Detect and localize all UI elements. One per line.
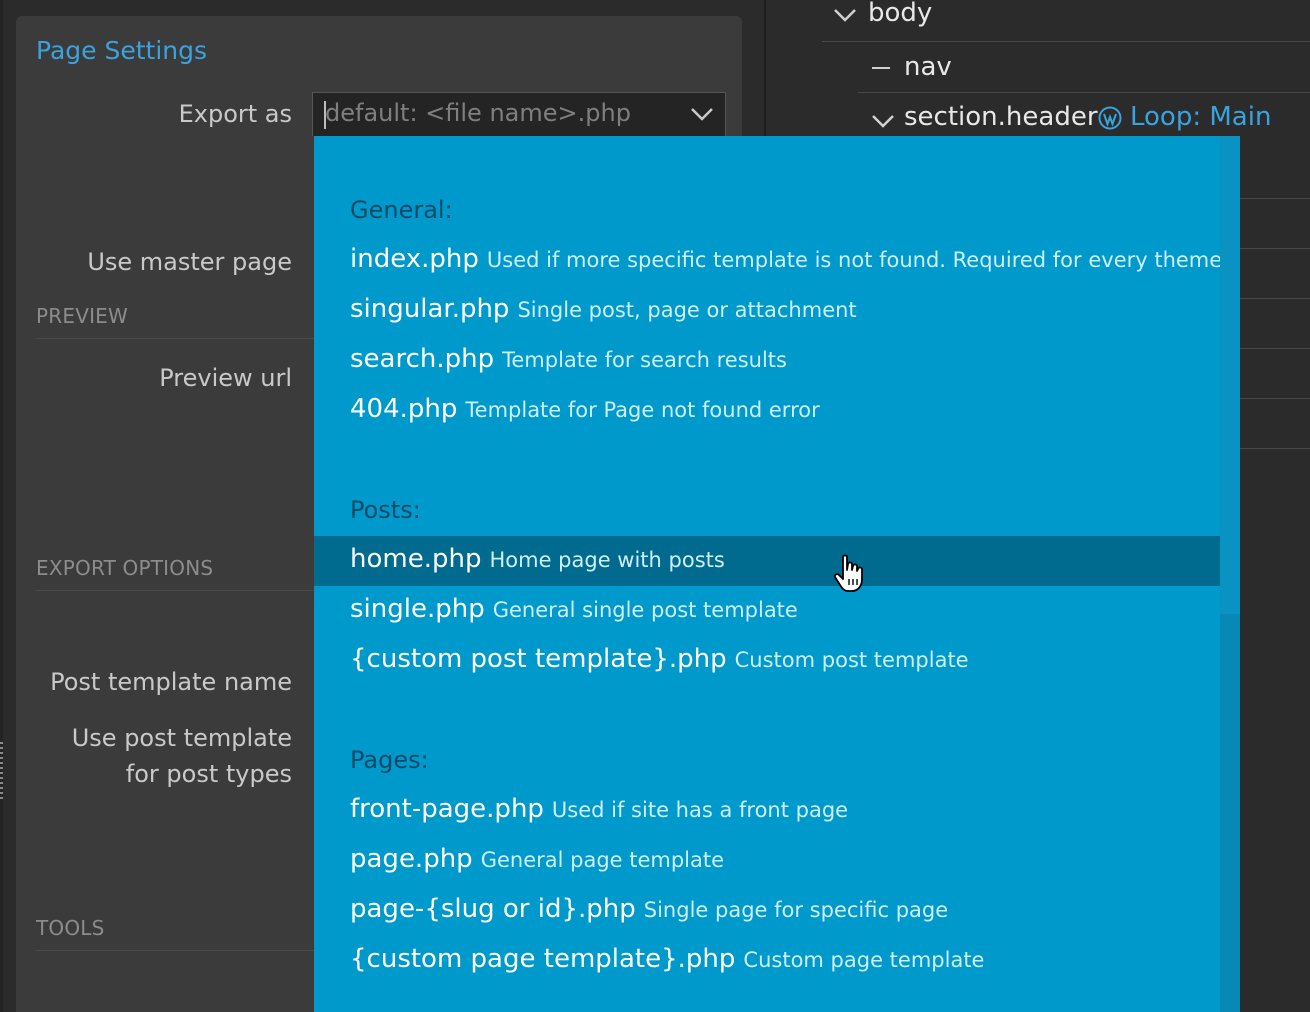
wordpress-icon xyxy=(1098,106,1122,130)
chevron-down-icon[interactable] xyxy=(832,4,858,26)
option-file: page.php General page template xyxy=(350,844,725,874)
chevron-down-icon[interactable] xyxy=(870,110,896,132)
option-404-php[interactable]: 404.php Template for Page not found error xyxy=(314,386,1220,436)
tree-rows-behind xyxy=(1240,140,1310,1012)
post-template-name-label: Post template name xyxy=(50,668,292,696)
hand-cursor-icon xyxy=(834,554,863,592)
option-file: single.php General single post template xyxy=(350,594,798,624)
export-as-label: Export as xyxy=(178,100,292,128)
tree-label-body: body xyxy=(868,0,933,28)
export-as-placeholder: default: <file name>.php xyxy=(325,99,631,127)
group-heading-pages: Pages: xyxy=(350,746,429,774)
left-edge xyxy=(0,0,3,1012)
option-file: 404.php Template for Page not found error xyxy=(350,394,820,424)
option-custom-page-template[interactable]: {custom page template}.php Custom page te… xyxy=(314,936,1220,986)
tree-divider xyxy=(858,92,1310,93)
option-file: {custom page template}.php Custom page te… xyxy=(350,944,985,974)
group-heading-general: General: xyxy=(350,196,453,224)
option-file: {custom post template}.php Custom post te… xyxy=(350,644,969,674)
option-file: front-page.php Used if site has a front p… xyxy=(350,794,849,824)
leaf-dash-icon xyxy=(872,67,890,69)
for-post-types-label: for post types xyxy=(125,760,292,788)
group-heading-posts: Posts: xyxy=(350,496,421,524)
option-file: index.php Used if more specific template … xyxy=(350,244,1229,274)
option-file: page-{slug or id}.php Single page for spe… xyxy=(350,894,949,924)
option-page-slug-or-id[interactable]: page-{slug or id}.php Single page for spe… xyxy=(314,886,1220,936)
option-file: home.php Home page with posts xyxy=(350,544,725,574)
preview-divider xyxy=(36,338,316,339)
dropdown-scroll-thumb[interactable] xyxy=(1220,136,1240,614)
tree-divider xyxy=(822,41,1310,42)
option-singular-php[interactable]: singular.php Single post, page or attachm… xyxy=(314,286,1220,336)
export-options-section-head: EXPORT OPTIONS xyxy=(36,556,214,580)
panel-divider xyxy=(764,0,766,140)
option-search-php[interactable]: search.php Template for search results xyxy=(314,336,1220,386)
tree-label-nav: nav xyxy=(904,52,952,82)
preview-section-head: PREVIEW xyxy=(36,304,128,328)
use-master-page-label: Use master page xyxy=(87,248,292,276)
option-index-php[interactable]: index.php Used if more specific template … xyxy=(314,236,1229,286)
option-page-php[interactable]: page.php General page template xyxy=(314,836,1220,886)
tools-section-head: TOOLS xyxy=(36,916,105,940)
export-as-dropdown: General: index.php Used if more specific … xyxy=(314,136,1234,1012)
chevron-down-icon[interactable] xyxy=(689,103,715,125)
option-file: search.php Template for search results xyxy=(350,344,787,374)
app-window: Page Settings Export as default: <file n… xyxy=(0,0,1310,1012)
tree-label-section-header: section.header xyxy=(904,102,1098,132)
option-single-php[interactable]: single.php General single post template xyxy=(314,586,1220,636)
option-custom-post-template[interactable]: {custom post template}.php Custom post te… xyxy=(314,636,1220,686)
option-front-page-php[interactable]: front-page.php Used if site has a front p… xyxy=(314,786,1220,836)
tools-divider xyxy=(36,950,316,951)
export-as-select[interactable]: default: <file name>.php xyxy=(312,92,726,136)
use-post-template-label: Use post template xyxy=(71,724,292,752)
resize-grip[interactable] xyxy=(0,742,3,802)
option-home-php[interactable]: home.php Home page with posts xyxy=(314,536,1220,586)
export-options-divider xyxy=(36,590,316,591)
option-file: singular.php Single post, page or attachm… xyxy=(350,294,857,324)
preview-url-label: Preview url xyxy=(159,364,292,392)
panel-title: Page Settings xyxy=(36,36,208,65)
loop-main-link[interactable]: Loop: Main xyxy=(1130,102,1271,132)
